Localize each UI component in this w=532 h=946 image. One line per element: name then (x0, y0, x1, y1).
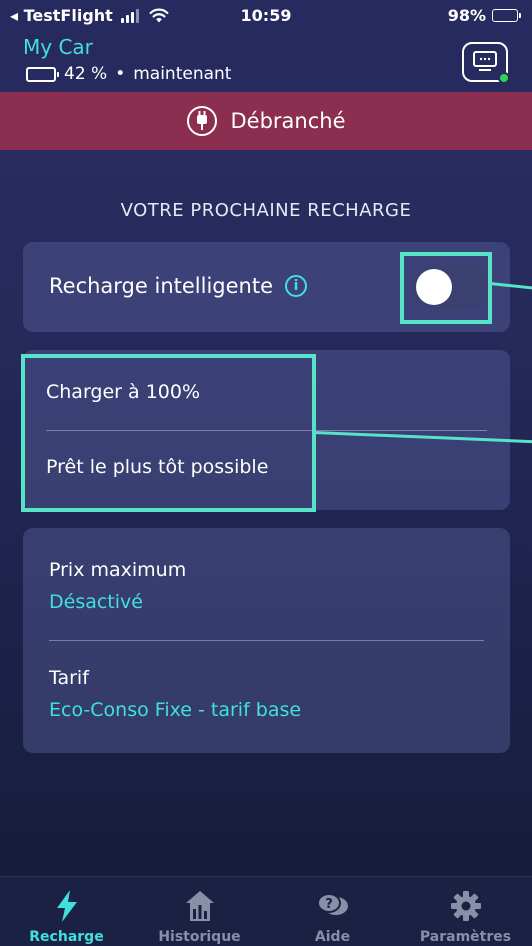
smart-charging-label: Recharge intelligente (49, 274, 273, 298)
divider (49, 640, 484, 641)
tab-historique[interactable]: Historique (133, 877, 266, 946)
connection-status-dot (498, 72, 510, 84)
tab-recharge[interactable]: Recharge (0, 877, 133, 946)
tariff-value[interactable]: Eco-Conso Fixe - tarif base (49, 699, 301, 721)
info-icon[interactable]: i (285, 275, 307, 297)
max-price-value[interactable]: Désactivé (49, 591, 143, 613)
section-title: VOTRE PROCHAINE RECHARGE (120, 200, 412, 221)
battery-percent: 98% (447, 6, 486, 25)
tab-label: Paramètres (419, 929, 512, 945)
options-highlight (21, 354, 316, 512)
bolt-icon (56, 890, 77, 922)
car-name[interactable]: My Car (23, 35, 93, 59)
car-battery-percent: 42 % (64, 64, 108, 84)
toggle-highlight (400, 252, 492, 324)
car-battery-status: 42 % • maintenant (26, 64, 231, 84)
tab-parametres[interactable]: Paramètres (399, 877, 532, 946)
pricing-card: Prix maximum Désactivé Tarif Eco-Conso F… (23, 528, 510, 753)
smart-charging-row: Recharge intelligente i (49, 274, 307, 298)
plug-icon (187, 106, 218, 136)
status-separator: • (115, 64, 126, 84)
help-icon: ? (316, 893, 348, 915)
battery-icon (492, 9, 521, 22)
charger-icon (473, 51, 497, 71)
charger-button[interactable] (462, 42, 510, 84)
status-right: 98% (447, 6, 521, 25)
tab-label: Aide (314, 929, 351, 945)
max-price-label: Prix maximum (49, 559, 187, 581)
svg-text:?: ? (325, 897, 333, 912)
status-bar: ◂ TestFlight 10:59 98% (0, 0, 532, 32)
plug-status-label: Débranché (230, 109, 346, 133)
tariff-label: Tarif (49, 667, 89, 689)
car-battery-icon (26, 66, 59, 82)
tab-label: Recharge (29, 929, 104, 945)
plug-status-banner: Débranché (0, 92, 532, 150)
tab-bar: Recharge Historique ? Aide Paramètres (0, 876, 532, 946)
last-updated: maintenant (133, 64, 232, 84)
app-header: ◂ TestFlight 10:59 98% My Car 42 % • mai… (0, 0, 532, 92)
gear-icon (450, 891, 481, 921)
tab-aide[interactable]: ? Aide (266, 877, 399, 946)
tab-label: Historique (158, 929, 241, 945)
history-icon (185, 891, 214, 921)
